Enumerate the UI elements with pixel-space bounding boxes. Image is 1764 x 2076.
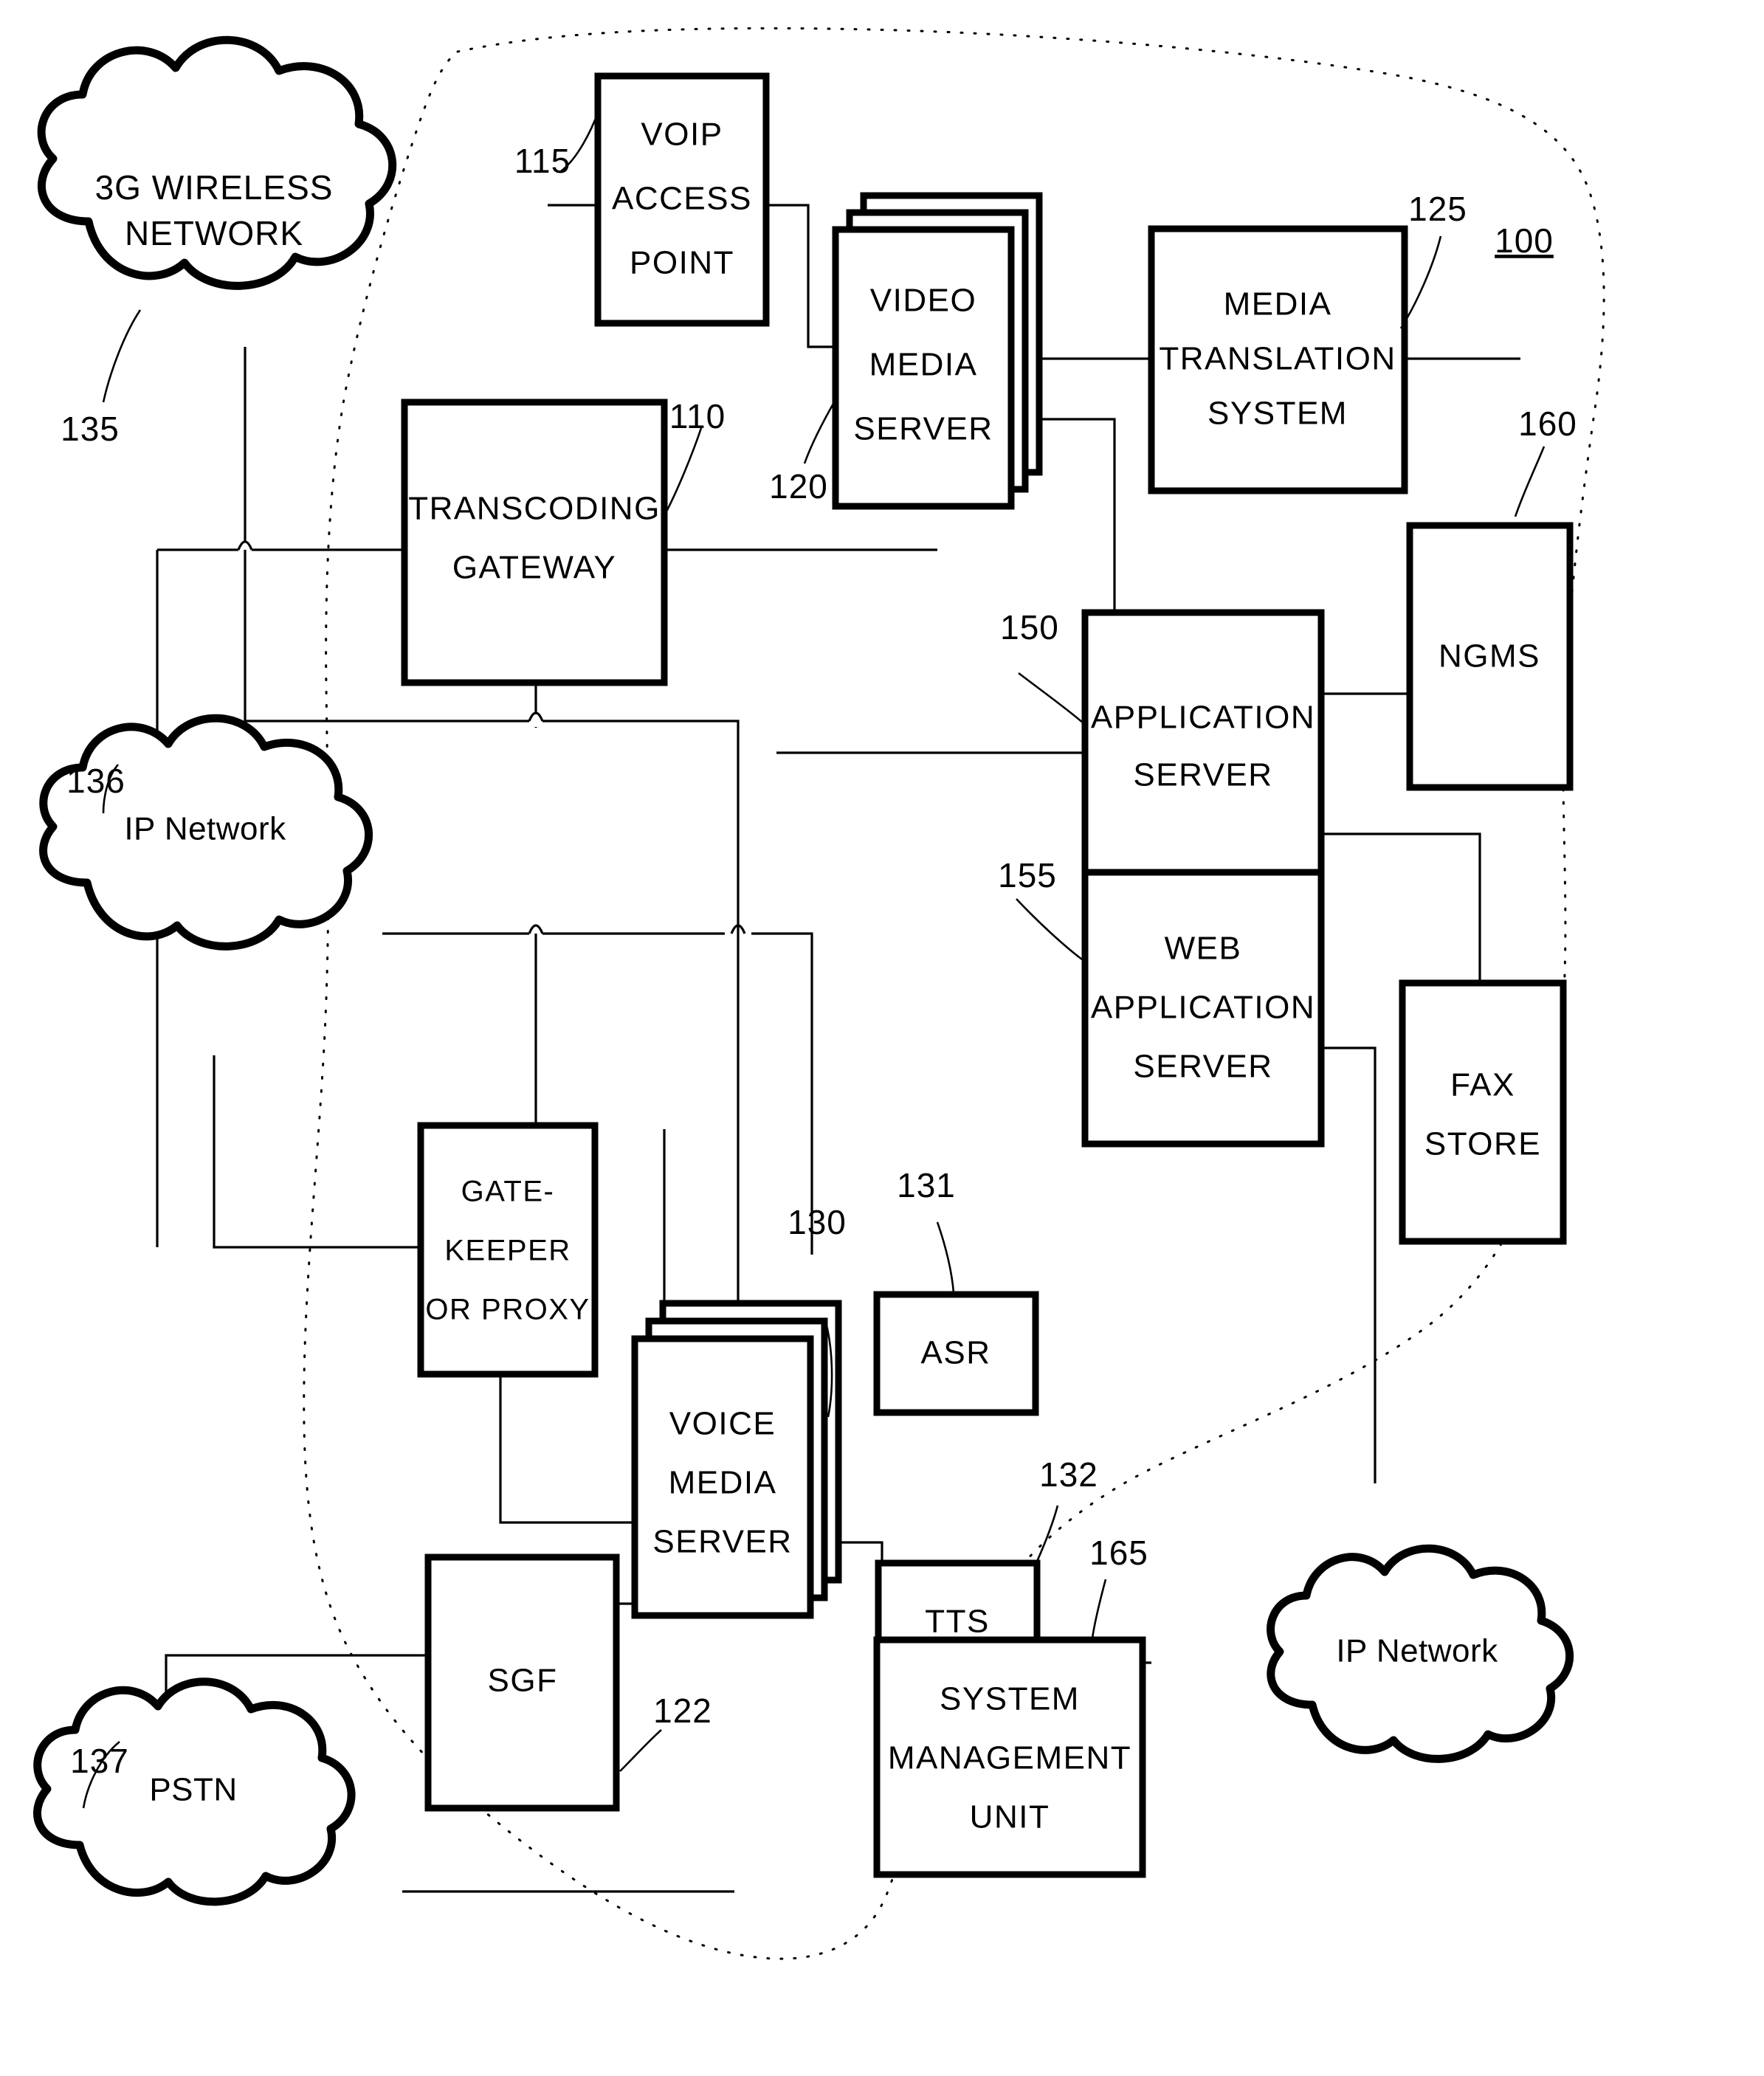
ref-135: 135 [61, 309, 142, 448]
box-voice-media-server-line1: VOICE [669, 1406, 776, 1442]
ref-136-text: 136 [66, 762, 125, 800]
ref-135-text: 135 [61, 410, 120, 448]
cloud-label-ip-right: IP Network [1336, 1633, 1498, 1669]
box-system-management-unit[interactable]: SYSTEM MANAGEMENT UNIT [873, 1636, 1146, 1878]
system-architecture-diagram: 3G WIRELESS NETWORK IP Network PSTN IP N… [33, 27, 1605, 1960]
box-web-application-server-line3: SERVER [1133, 1049, 1272, 1085]
ref-125-text: 125 [1408, 190, 1467, 228]
ref-165: 165 [1089, 1534, 1148, 1639]
box-transcoding-gateway[interactable]: TRANSCODING GATEWAY [401, 399, 668, 686]
ref-131-text: 131 [897, 1166, 956, 1204]
cloud-label-pstn: PSTN [149, 1772, 237, 1808]
box-video-media-server-line3: SERVER [853, 411, 993, 447]
ref-122-text: 122 [653, 1692, 712, 1730]
box-fax-store-line1: FAX [1450, 1067, 1515, 1103]
ref-155: 155 [998, 856, 1083, 961]
box-media-translation-line1: MEDIA [1224, 286, 1332, 323]
wire-voip-to-video [766, 204, 836, 348]
box-media-translation-line2: TRANSLATION [1159, 341, 1396, 377]
box-ngms[interactable]: NGMS [1406, 522, 1574, 791]
box-video-media-server[interactable]: VIDEO MEDIA SERVER [832, 192, 1043, 510]
box-fax-store[interactable]: FAX STORE [1399, 979, 1567, 1245]
cloud-ip-network-left: IP Network [39, 714, 373, 951]
cloud-label-3g-line1: 3G WIRELESS [95, 168, 334, 207]
wire-ipnetwork-bottom-to-gatekeeper [213, 1055, 421, 1249]
ref-130-text: 130 [788, 1203, 847, 1241]
box-media-translation-system[interactable]: MEDIA TRANSLATION SYSTEM [1148, 225, 1408, 494]
cloud-label-3g-line2: NETWORK [125, 214, 303, 252]
box-video-media-server-line1: VIDEO [870, 283, 976, 319]
box-gatekeeper-or-proxy[interactable]: GATE- KEEPER OR PROXY [417, 1122, 599, 1378]
ref-150-text: 150 [1000, 608, 1059, 646]
box-voip-access-point-line3: POINT [630, 245, 734, 281]
box-voice-media-server-line3: SERVER [652, 1524, 792, 1560]
ref-132-text: 132 [1039, 1455, 1098, 1494]
box-web-application-server-line2: APPLICATION [1091, 990, 1315, 1026]
ref-160-text: 160 [1518, 404, 1577, 443]
box-smu-line2: MANAGEMENT [888, 1740, 1131, 1776]
ref-115-text: 115 [514, 142, 571, 180]
box-voice-media-server-line2: MEDIA [669, 1465, 777, 1501]
box-application-server[interactable]: APPLICATION SERVER [1081, 609, 1325, 876]
box-web-application-server-line1: WEB [1165, 931, 1242, 967]
wire-webappserver-down-to-ip [1321, 1046, 1377, 1483]
box-voice-media-server[interactable]: VOICE MEDIA SERVER [631, 1300, 842, 1619]
ref-120-text: 120 [769, 467, 828, 506]
ref-160: 160 [1514, 404, 1577, 517]
ref-100-text: 100 [1495, 221, 1554, 260]
wire-hop-3g-bus [237, 540, 253, 551]
box-transcoding-gateway-line1: TRANSCODING [408, 491, 661, 527]
ref-110-text: 110 [669, 397, 726, 435]
ref-131: 131 [897, 1166, 956, 1294]
box-application-server-line1: APPLICATION [1091, 700, 1315, 736]
ref-122: 122 [619, 1692, 712, 1772]
ref-110: 110 [665, 397, 726, 512]
box-sgf[interactable]: SGF [424, 1553, 620, 1812]
box-gatekeeper-line3: OR PROXY [425, 1294, 590, 1326]
box-video-media-server-line2: MEDIA [869, 347, 978, 383]
ref-137-text: 137 [70, 1742, 129, 1780]
box-application-server-line2: SERVER [1133, 757, 1272, 793]
ref-120: 120 [769, 398, 838, 506]
box-voip-access-point[interactable]: VOIP ACCESS POINT [594, 72, 770, 327]
box-gatekeeper-line2: KEEPER [444, 1235, 571, 1267]
cloud-ip-network-right: IP Network [1267, 1544, 1574, 1763]
box-voip-access-point-line2: ACCESS [612, 181, 752, 217]
cloud-label-ip-left: IP Network [124, 811, 286, 847]
wire-appserver-to-faxstore [1321, 832, 1481, 983]
cloud-3g-wireless-network: 3G WIRELESS NETWORK [37, 35, 397, 290]
box-smu-line1: SYSTEM [940, 1681, 1080, 1717]
cloud-pstn: PSTN [33, 1677, 356, 1906]
ref-165-text: 165 [1089, 1534, 1148, 1572]
ref-125: 125 [1399, 190, 1467, 329]
box-fax-store-line2: STORE [1424, 1126, 1541, 1162]
wire-hop-bus-a [528, 924, 544, 934]
box-sgf-label: SGF [488, 1663, 558, 1699]
box-asr[interactable]: ASR [873, 1291, 1039, 1416]
ref-115: 115 [514, 108, 601, 180]
box-media-translation-line3: SYSTEM [1207, 396, 1348, 432]
patent-figure: 3G WIRELESS NETWORK IP Network PSTN IP N… [0, 0, 1764, 2076]
box-tts-label: TTS [925, 1604, 990, 1640]
box-voip-access-point-line1: VOIP [641, 117, 723, 153]
box-gatekeeper-line1: GATE- [461, 1176, 555, 1208]
box-ngms-label: NGMS [1439, 638, 1540, 675]
box-asr-label: ASR [921, 1335, 991, 1371]
box-smu-line3: UNIT [970, 1799, 1050, 1835]
box-web-application-server[interactable]: WEB APPLICATION SERVER [1081, 869, 1325, 1148]
ref-155-text: 155 [998, 856, 1057, 894]
ref-150: 150 [1000, 608, 1084, 724]
box-transcoding-gateway-line2: GATEWAY [452, 550, 616, 586]
wire-gatekeeper-to-voice [499, 1374, 635, 1524]
